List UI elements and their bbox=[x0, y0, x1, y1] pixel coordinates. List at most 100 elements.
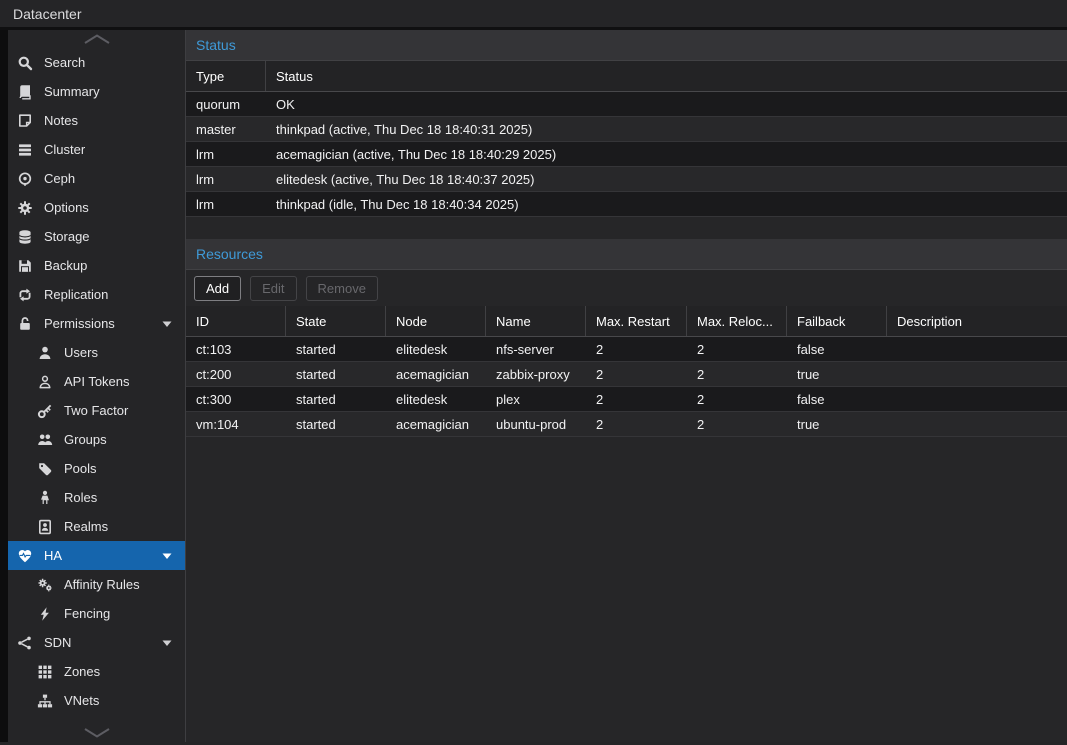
sidebar-item-options[interactable]: Options bbox=[8, 193, 185, 222]
column-header-type[interactable]: Type bbox=[186, 61, 266, 91]
table-cell: started bbox=[286, 412, 386, 436]
sidebar-item-label: Fencing bbox=[64, 606, 110, 621]
sidebar-item-api-tokens[interactable]: API Tokens bbox=[8, 367, 185, 396]
status-table: TypeStatusquorumOKmasterthinkpad (active… bbox=[186, 61, 1067, 217]
sidebar-left-strip bbox=[0, 30, 8, 742]
sidebar-item-search[interactable]: Search bbox=[8, 48, 185, 77]
status-panel: Status TypeStatusquorumOKmasterthinkpad … bbox=[186, 30, 1067, 239]
sidebar-item-vnets[interactable]: VNets bbox=[8, 686, 185, 715]
floppy-icon bbox=[17, 258, 33, 274]
sidebar-item-affinity-rules[interactable]: Affinity Rules bbox=[8, 570, 185, 599]
table-cell: master bbox=[186, 117, 266, 141]
sidebar-item-pools[interactable]: Pools bbox=[8, 454, 185, 483]
caret-down-icon bbox=[159, 548, 175, 564]
table-cell: quorum bbox=[186, 92, 266, 116]
table-cell: lrm bbox=[186, 192, 266, 216]
sidebar-item-summary[interactable]: Summary bbox=[8, 77, 185, 106]
sidebar-item-label: Notes bbox=[44, 113, 78, 128]
ceph-icon bbox=[17, 171, 33, 187]
sidebar-item-groups[interactable]: Groups bbox=[8, 425, 185, 454]
main-content: Status TypeStatusquorumOKmasterthinkpad … bbox=[186, 30, 1067, 742]
sidebar-item-sdn[interactable]: SDN bbox=[8, 628, 185, 657]
column-header-max-restart[interactable]: Max. Restart bbox=[586, 306, 687, 336]
table-cell: elitedesk (active, Thu Dec 18 18:40:37 2… bbox=[266, 167, 1067, 191]
sidebar-item-permissions[interactable]: Permissions bbox=[8, 309, 185, 338]
bolt-icon bbox=[37, 606, 53, 622]
column-header-node[interactable]: Node bbox=[386, 306, 486, 336]
cogs-icon bbox=[37, 577, 53, 593]
table-row[interactable]: vm:104startedacemagicianubuntu-prod22tru… bbox=[186, 412, 1067, 437]
heartbeat-icon bbox=[17, 548, 33, 564]
table-cell: ct:103 bbox=[186, 337, 286, 361]
sidebar-item-label: SDN bbox=[44, 635, 71, 650]
table-cell: acemagician (active, Thu Dec 18 18:40:29… bbox=[266, 142, 1067, 166]
table-cell: true bbox=[787, 362, 887, 386]
remove-button: Remove bbox=[306, 276, 378, 301]
sidebar-item-zones[interactable]: Zones bbox=[8, 657, 185, 686]
table-cell: vm:104 bbox=[186, 412, 286, 436]
table-row[interactable]: lrmelitedesk (active, Thu Dec 18 18:40:3… bbox=[186, 167, 1067, 192]
resources-table: IDStateNodeNameMax. RestartMax. Reloc...… bbox=[186, 306, 1067, 437]
resources-panel-empty-area bbox=[186, 437, 1067, 742]
table-cell: false bbox=[787, 387, 887, 411]
sidebar-item-two-factor[interactable]: Two Factor bbox=[8, 396, 185, 425]
sidebar-item-ha[interactable]: HA bbox=[8, 541, 185, 570]
column-header-description[interactable]: Description bbox=[887, 306, 1067, 336]
book-icon bbox=[17, 84, 33, 100]
table-cell: true bbox=[787, 412, 887, 436]
sidebar-item-label: Two Factor bbox=[64, 403, 128, 418]
table-cell: started bbox=[286, 362, 386, 386]
sidebar-item-label: Zones bbox=[64, 664, 100, 679]
table-cell: elitedesk bbox=[386, 387, 486, 411]
column-header-failback[interactable]: Failback bbox=[787, 306, 887, 336]
column-header-state[interactable]: State bbox=[286, 306, 386, 336]
add-button[interactable]: Add bbox=[194, 276, 241, 301]
column-header-id[interactable]: ID bbox=[186, 306, 286, 336]
sidebar-item-cluster[interactable]: Cluster bbox=[8, 135, 185, 164]
sidebar-item-label: VNets bbox=[64, 693, 99, 708]
sidebar-item-fencing[interactable]: Fencing bbox=[8, 599, 185, 628]
table-row[interactable]: quorumOK bbox=[186, 92, 1067, 117]
table-cell: ct:300 bbox=[186, 387, 286, 411]
table-header-row: TypeStatus bbox=[186, 61, 1067, 92]
sidebar-item-label: Groups bbox=[64, 432, 107, 447]
table-row[interactable]: ct:103startedelitedesknfs-server22false bbox=[186, 337, 1067, 362]
table-cell bbox=[887, 337, 1067, 361]
table-cell: 2 bbox=[586, 412, 687, 436]
sidebar-item-users[interactable]: Users bbox=[8, 338, 185, 367]
table-cell: lrm bbox=[186, 142, 266, 166]
table-cell: lrm bbox=[186, 167, 266, 191]
resources-toolbar: Add Edit Remove bbox=[186, 270, 1067, 306]
titlebar: Datacenter bbox=[0, 0, 1067, 30]
status-panel-empty-area bbox=[186, 217, 1067, 239]
column-header-status[interactable]: Status bbox=[266, 61, 1067, 91]
sidebar-scroll-up[interactable] bbox=[8, 30, 185, 48]
sidebar-item-replication[interactable]: Replication bbox=[8, 280, 185, 309]
person-icon bbox=[37, 490, 53, 506]
sidebar-item-roles[interactable]: Roles bbox=[8, 483, 185, 512]
sidebar-item-backup[interactable]: Backup bbox=[8, 251, 185, 280]
table-cell: zabbix-proxy bbox=[486, 362, 586, 386]
table-row[interactable]: lrmthinkpad (idle, Thu Dec 18 18:40:34 2… bbox=[186, 192, 1067, 217]
sidebar-item-notes[interactable]: Notes bbox=[8, 106, 185, 135]
table-row[interactable]: ct:300startedelitedeskplex22false bbox=[186, 387, 1067, 412]
sidebar-item-ceph[interactable]: Ceph bbox=[8, 164, 185, 193]
table-row[interactable]: lrmacemagician (active, Thu Dec 18 18:40… bbox=[186, 142, 1067, 167]
table-cell: false bbox=[787, 337, 887, 361]
search-icon bbox=[17, 55, 33, 71]
table-row[interactable]: ct:200startedacemagicianzabbix-proxy22tr… bbox=[186, 362, 1067, 387]
sidebar-scroll-down[interactable] bbox=[8, 725, 185, 741]
sidebar-item-realms[interactable]: Realms bbox=[8, 512, 185, 541]
column-header-name[interactable]: Name bbox=[486, 306, 586, 336]
sidebar-item-storage[interactable]: Storage bbox=[8, 222, 185, 251]
column-header-max-reloc[interactable]: Max. Reloc... bbox=[687, 306, 787, 336]
sidebar-item-label: Realms bbox=[64, 519, 108, 534]
table-cell: acemagician bbox=[386, 362, 486, 386]
edit-button: Edit bbox=[250, 276, 296, 301]
table-header-row: IDStateNodeNameMax. RestartMax. Reloc...… bbox=[186, 306, 1067, 337]
table-row[interactable]: masterthinkpad (active, Thu Dec 18 18:40… bbox=[186, 117, 1067, 142]
table-cell: nfs-server bbox=[486, 337, 586, 361]
note-icon bbox=[17, 113, 33, 129]
sidebar-item-label: Search bbox=[44, 55, 85, 70]
sitemap-icon bbox=[37, 693, 53, 709]
